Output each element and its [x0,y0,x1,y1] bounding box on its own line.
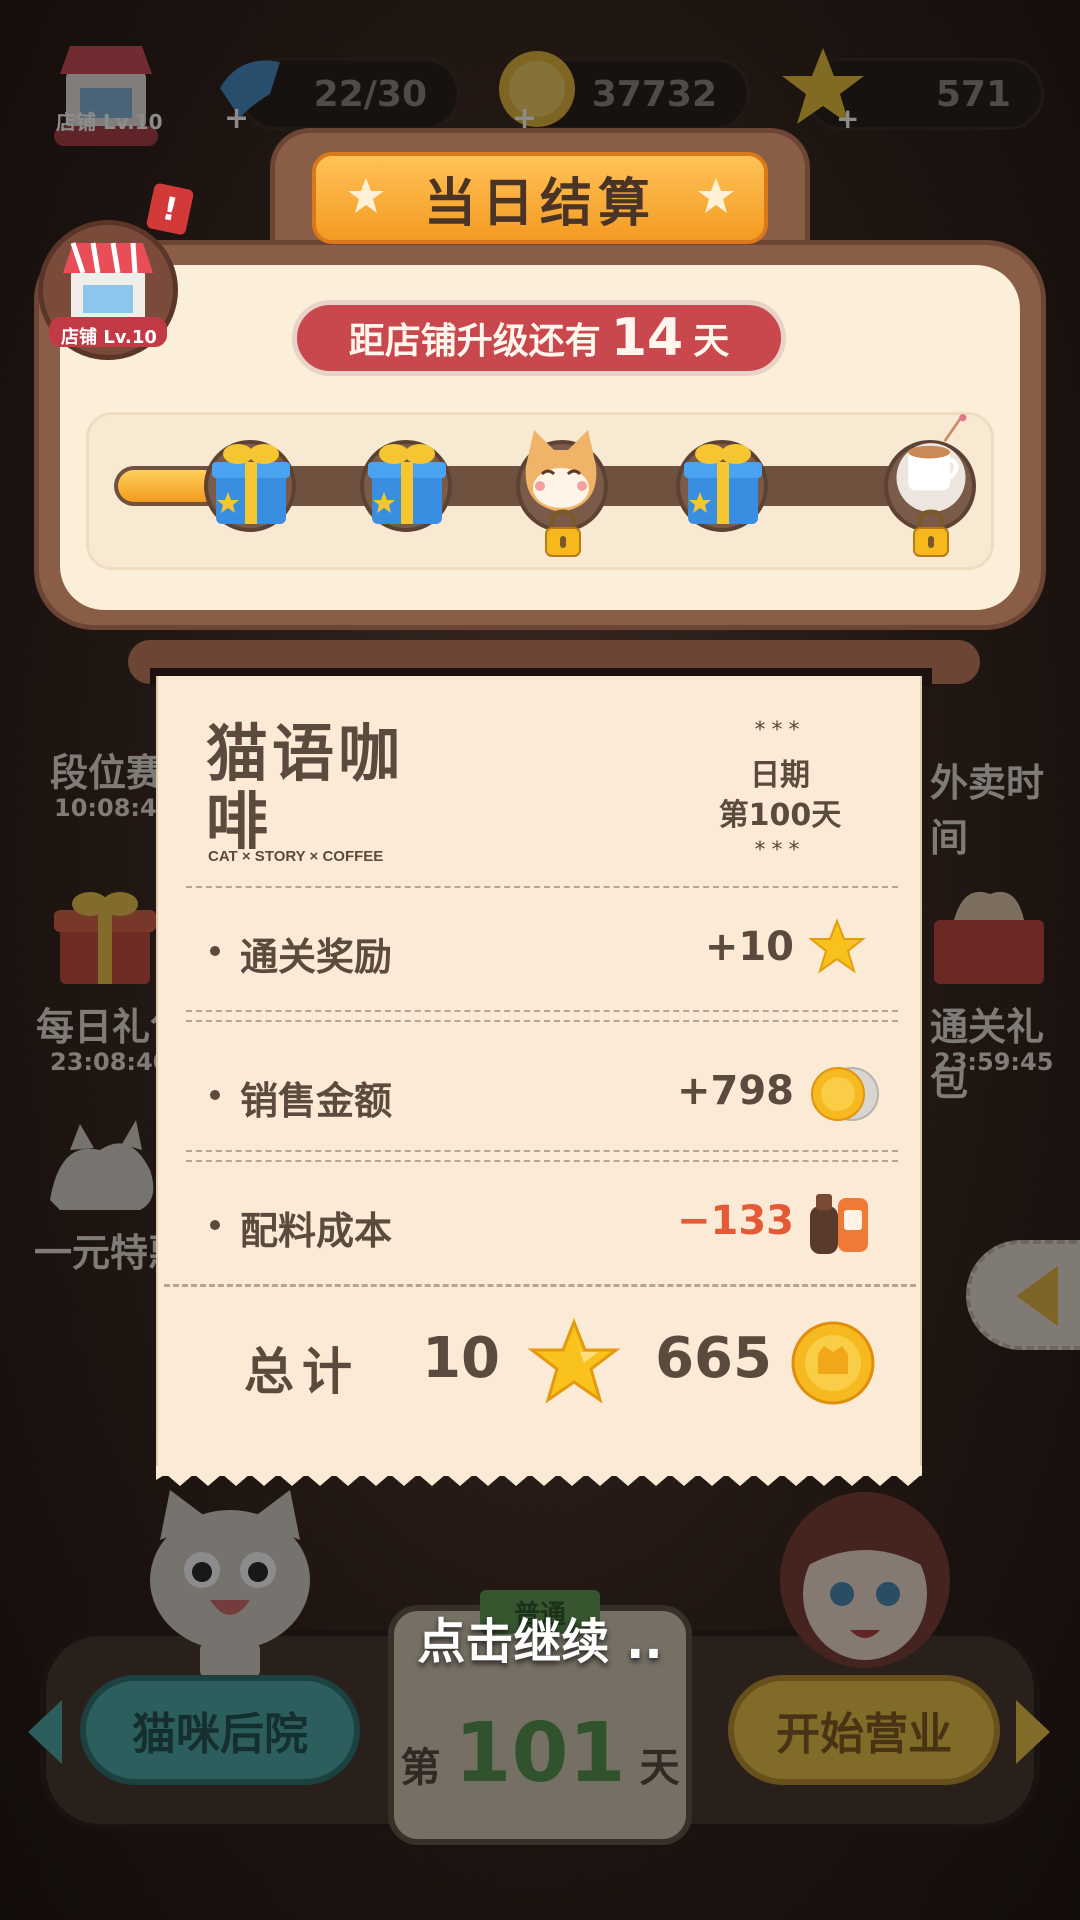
star-icon [528,1318,620,1404]
star-icon [808,918,866,974]
clear-reward-label: 通关奖励 [240,935,393,979]
svg-text:+: + [836,102,859,130]
star-icon: + [782,48,864,130]
date-stars-top: *** [754,718,806,743]
divider [164,1284,916,1287]
row-bullet [210,1220,220,1230]
side-collapse-button[interactable] [966,1240,1080,1350]
ingredients-icon [810,1194,868,1254]
date-value: 第100天 [718,798,842,833]
shop-level-bg: 店铺 Lv.10 [56,110,163,134]
clear-reward-value: +10 [704,924,794,970]
cafe-logo-text: 猫语咖啡 [206,717,405,858]
title-star-right-icon [698,178,734,213]
prev-arrow-icon[interactable] [28,1700,62,1764]
star-value: 571 [935,73,1011,115]
coin-icon [791,1321,875,1405]
coffee-cup-icon[interactable] [886,414,976,514]
row-bullet [210,946,220,956]
shop-level-badge[interactable]: 店铺 Lv.10 [38,220,178,360]
daily-gift-icon[interactable] [50,880,160,990]
divider [186,1010,898,1022]
tap-to-continue[interactable]: 点击继续 .. [0,1602,1080,1672]
receipt-torn-edge [156,1466,922,1486]
total-coins-value: 665 [655,1326,772,1391]
coin-icon: + [499,51,575,132]
title-star-left-icon [348,178,384,213]
sales-amount-value: +798 [676,1068,794,1114]
shop-level-label: 店铺 Lv.10 [61,327,157,348]
lock-icon [913,509,949,557]
cat-yard-button[interactable]: 猫咪后院 [80,1675,360,1785]
level-gift-icon[interactable] [924,880,1054,990]
sales-amount-label: 销售金额 [240,1079,393,1123]
date-label: 日期 [750,758,810,793]
next-day-number: 101 [454,1706,626,1801]
ingredient-cost-value: −133 [676,1198,794,1244]
svg-text:+: + [224,101,249,134]
countdown-prefix: 距店铺升级还有 [348,321,601,362]
countdown-days: 14 [610,308,684,368]
side-item-rank-match[interactable]: 段位赛 [50,742,164,797]
ingredient-cost-label: 配料成本 [240,1209,393,1253]
energy-value: 22/30 [313,73,427,115]
side-item-takeout[interactable]: 外卖时间 [930,752,1080,862]
coin-stack-icon [811,1067,879,1121]
total-stars-value: 10 [422,1326,500,1391]
countdown-suffix: 天 [693,321,730,362]
next-day-suffix: 天 [639,1745,680,1791]
total-label: 总计 [244,1343,360,1401]
energy-icon: + [220,60,280,134]
side-item-daily-timer: 23:08:40 [50,1048,170,1076]
gift-box-icon[interactable] [678,430,768,530]
upgrade-countdown: 距店铺升级还有 14 天 [292,300,786,376]
coin-value: 37732 [591,73,717,115]
lock-icon [545,509,581,557]
next-day-prefix: 第 [400,1745,441,1791]
one-yuan-cat-icon[interactable] [40,1110,170,1220]
divider [186,886,898,888]
row-bullet [210,1090,220,1100]
gift-box-icon[interactable] [362,430,452,530]
arrow-left-icon [1016,1266,1058,1326]
gift-box-icon[interactable] [206,430,296,530]
start-business-button[interactable]: 开始营业 [728,1675,1000,1785]
next-arrow-icon[interactable] [1016,1700,1050,1764]
cafe-logo-subtitle: CAT × STORY × COFFEE [208,848,384,865]
date-stars-bottom: *** [754,838,806,863]
divider [186,1150,898,1162]
side-item-level-timer: 23:59:45 [934,1048,1054,1076]
